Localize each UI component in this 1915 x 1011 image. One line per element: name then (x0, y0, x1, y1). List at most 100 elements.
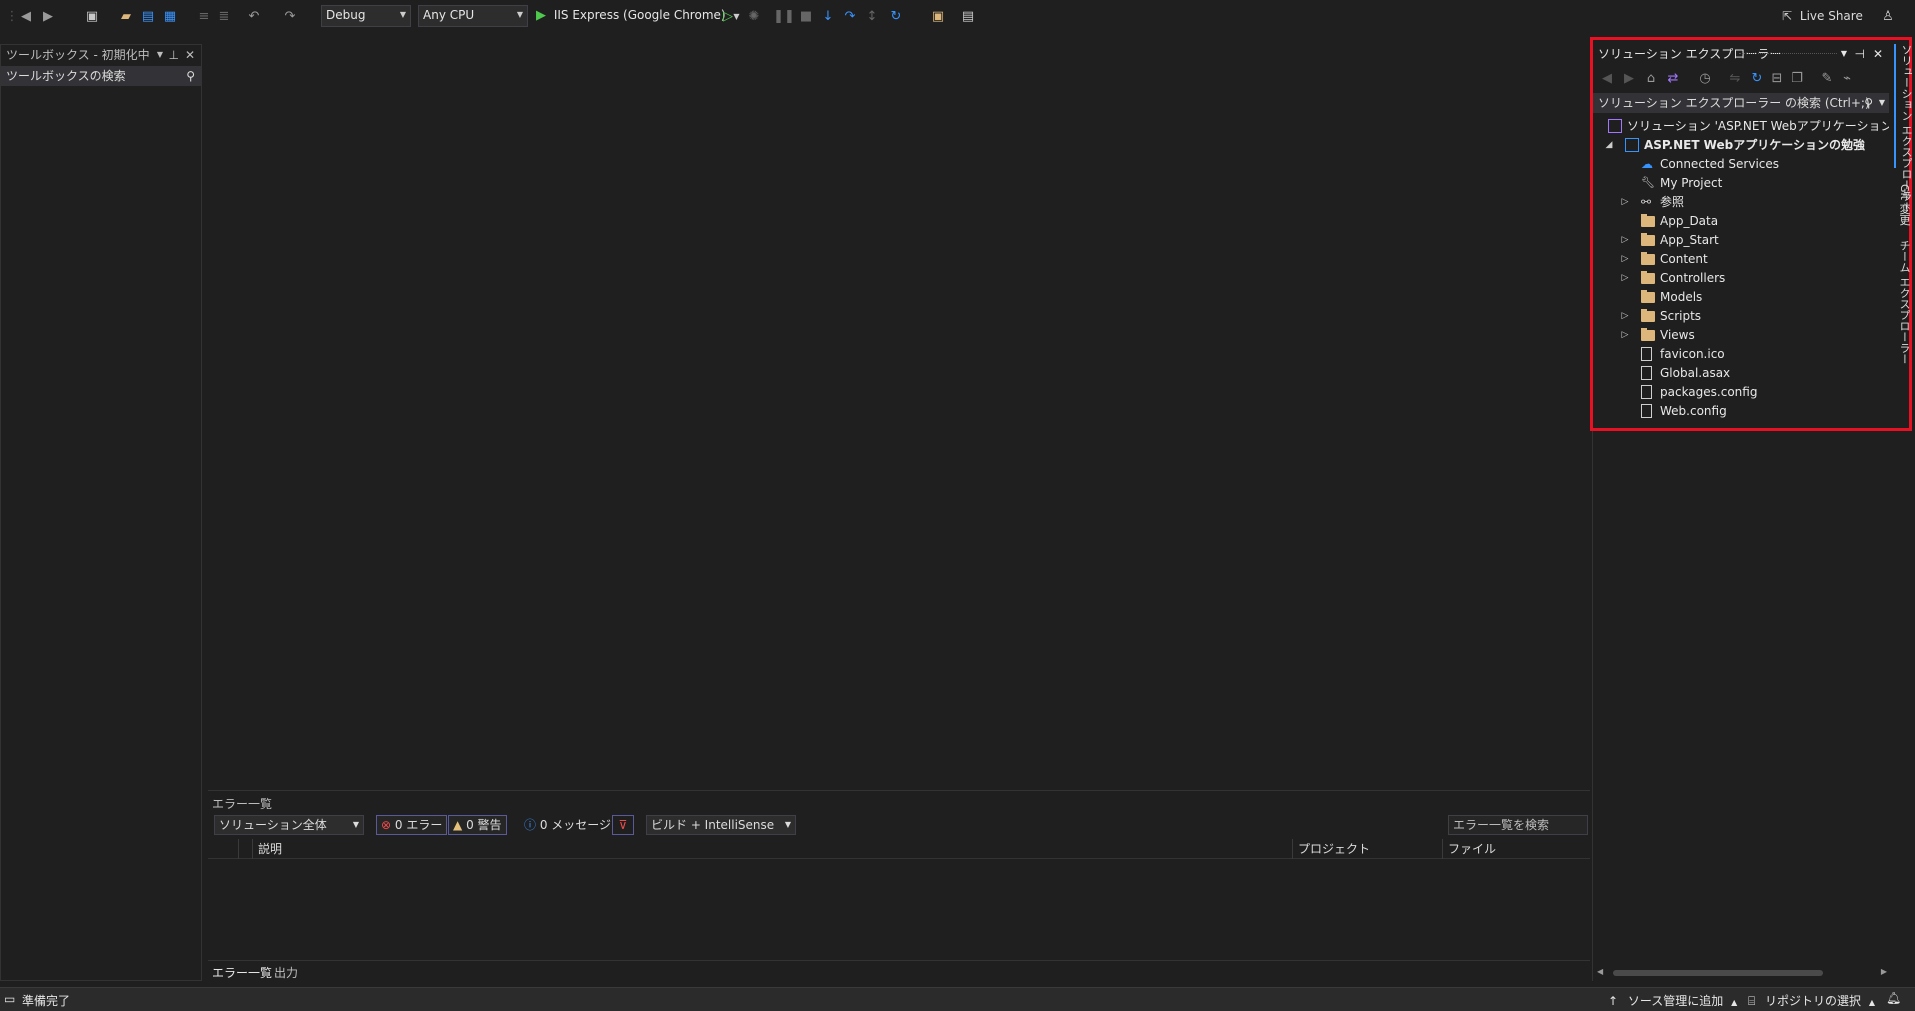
scroll-right-icon[interactable]: ▶ (1881, 967, 1887, 976)
run-button[interactable]: ▶ IIS Express (Google Chrome) ▼ (536, 8, 740, 26)
chevron-down-icon[interactable]: ▼ (157, 45, 163, 65)
preview-icon[interactable]: ⌁ (1839, 70, 1855, 86)
messages-filter-button[interactable]: ⓘ 0 メッセージ (524, 815, 611, 835)
scroll-left-icon[interactable]: ◀ (1597, 967, 1603, 976)
back-icon[interactable]: ◀ (1599, 70, 1615, 86)
solution-tree: ソリューション 'ASP.NET Webアプリケーションの勉強' (1/ ◢ A… (1593, 117, 1889, 477)
step-into-icon[interactable]: ↓ (820, 8, 836, 24)
redo-icon[interactable]: ↷ (282, 8, 298, 24)
folder-icon (1641, 328, 1655, 341)
live-share-button[interactable]: ⇱ Live Share (1782, 9, 1863, 23)
expand-arrow-icon[interactable]: ▷ (1619, 231, 1631, 250)
tree-item[interactable]: ▷ Controllers (1593, 269, 1889, 288)
undo-icon[interactable]: ↶ (246, 8, 262, 24)
horizontal-scrollbar[interactable]: ◀ ▶ (1597, 967, 1887, 979)
forward-icon[interactable]: ▶ (1621, 70, 1637, 86)
solution-icon (1608, 119, 1622, 133)
tree-item[interactable]: ▷ Content (1593, 250, 1889, 269)
tree-item[interactable]: 🔧︎ My Project (1593, 174, 1889, 193)
sync-icon[interactable]: ⇋ (1727, 70, 1743, 86)
show-all-files-icon[interactable]: ❐ (1789, 70, 1805, 86)
warnings-filter-button[interactable]: ▲ 0 警告 (448, 815, 507, 835)
tree-item[interactable]: ☁ Connected Services (1593, 155, 1889, 174)
tree-item[interactable]: ▷ App_Start (1593, 231, 1889, 250)
step-over-icon[interactable]: ↷ (842, 8, 858, 24)
config-dropdown[interactable]: Debug ▼ (321, 5, 411, 27)
tree-item[interactable]: favicon.ico (1593, 345, 1889, 364)
tree-item[interactable]: Global.asax (1593, 364, 1889, 383)
save-icon[interactable]: ▤ (140, 8, 156, 24)
search-icon[interactable]: ⚲ (186, 66, 195, 86)
column-project[interactable]: プロジェクト (1298, 839, 1370, 859)
tab-error-list[interactable]: エラー一覧 (212, 964, 272, 981)
refresh-icon[interactable]: ↻ (1749, 70, 1765, 86)
tree-item[interactable]: ▷ Scripts (1593, 307, 1889, 326)
drag-grip[interactable] (1739, 53, 1837, 55)
source-control-button[interactable]: ↑ ソース管理に追加 ▲ (1608, 992, 1737, 1009)
tab-output[interactable]: 出力 (274, 964, 298, 981)
platform-dropdown[interactable]: Any CPU ▼ (418, 5, 528, 27)
scope-dropdown[interactable]: ソリューション全体 ▼ (214, 815, 364, 835)
properties-icon[interactable]: ✎ (1819, 70, 1835, 86)
expand-arrow-icon[interactable]: ▷ (1619, 250, 1631, 269)
tree-solution-node[interactable]: ソリューション 'ASP.NET Webアプリケーションの勉強' (1/ (1593, 117, 1889, 136)
solution-search-input[interactable]: ソリューション エクスプローラー の検索 (Ctrl+;) ⚲ ▼ (1593, 93, 1889, 113)
account-icon[interactable]: ♙ (1880, 8, 1896, 24)
error-list-title: エラー一覧 (212, 797, 273, 811)
error-list-search-input[interactable]: エラー一覧を検索 (1448, 815, 1588, 835)
tree-item[interactable]: ▷ ⚯ 参照 (1593, 193, 1889, 212)
tree-item[interactable]: Models (1593, 288, 1889, 307)
tree-item[interactable]: ▷ Views (1593, 326, 1889, 345)
switch-views-icon[interactable]: ⇄ (1665, 70, 1681, 86)
new-project-icon[interactable]: ▣ (84, 8, 100, 24)
filter-icon[interactable]: ⊽ (612, 815, 634, 835)
collapse-all-icon[interactable]: ⊟ (1769, 70, 1785, 86)
browser-link-icon[interactable]: ▣ (930, 8, 946, 24)
close-icon[interactable]: ✕ (185, 45, 195, 65)
start-without-debug-icon[interactable]: ▷ (720, 8, 736, 24)
pin-icon[interactable]: ⊣ (1855, 44, 1865, 64)
stop-icon[interactable]: ■ (798, 8, 814, 24)
warning-icon: ▲ (453, 818, 463, 832)
errors-filter-button[interactable]: ⊗ 0 エラー (376, 815, 448, 835)
build-filter-dropdown[interactable]: ビルド + IntelliSense ▼ (646, 815, 796, 835)
expand-arrow-icon[interactable]: ▷ (1619, 269, 1631, 288)
side-tab-team-explorer[interactable]: チーム エクスプローラー (1896, 240, 1912, 365)
step-out-icon[interactable]: ↕ (864, 8, 880, 24)
side-tab-git-changes[interactable]: Git 変更 (1896, 184, 1912, 225)
repo-select-button[interactable]: ⌸ リポジトリの選択 ▲ (1748, 992, 1875, 1009)
toolbox-search-input[interactable]: ツールボックスの検索 ⚲ (1, 66, 201, 86)
back-icon[interactable]: ◀ (18, 8, 34, 24)
tree-item[interactable]: packages.config (1593, 383, 1889, 402)
project-icon (1625, 138, 1639, 152)
search-icon[interactable]: ⚲ (1864, 93, 1873, 113)
pending-changes-icon[interactable]: ◷ (1697, 70, 1713, 86)
tree-item[interactable]: App_Data (1593, 212, 1889, 231)
scrollbar-thumb[interactable] (1613, 970, 1823, 976)
collapse-arrow-icon[interactable]: ◢ (1603, 136, 1615, 155)
save-all-icon[interactable]: ▦ (162, 8, 178, 24)
pause-icon[interactable]: ❚❚ (773, 8, 795, 24)
restart-icon[interactable]: ↻ (888, 8, 904, 24)
layout-icon[interactable]: ▤ (960, 8, 976, 24)
side-tab-solution-explorer[interactable]: ソリューション エクスプローラー (1894, 44, 1914, 213)
pin-icon[interactable]: ⊥ (169, 45, 179, 65)
chevron-down-icon[interactable]: ▼ (1841, 44, 1847, 64)
forward-icon[interactable]: ▶ (40, 8, 56, 24)
uncomment-icon[interactable]: ≣ (216, 8, 232, 24)
tree-project-node[interactable]: ◢ ASP.NET Webアプリケーションの勉強 (1593, 136, 1889, 155)
hot-reload-icon[interactable]: ✺ (746, 8, 762, 24)
open-folder-icon[interactable]: ▰ (118, 8, 134, 24)
column-file[interactable]: ファイル (1448, 839, 1496, 859)
expand-arrow-icon[interactable]: ▷ (1619, 326, 1631, 345)
expand-arrow-icon[interactable]: ▷ (1619, 307, 1631, 326)
comment-icon[interactable]: ≡ (196, 8, 212, 24)
close-icon[interactable]: ✕ (1873, 44, 1883, 64)
home-icon[interactable]: ⌂ (1643, 70, 1659, 86)
tree-item[interactable]: Web.config (1593, 402, 1889, 421)
chevron-down-icon[interactable]: ▼ (1879, 93, 1885, 113)
expand-arrow-icon[interactable]: ▷ (1619, 193, 1631, 212)
folder-icon (1641, 233, 1655, 246)
column-description[interactable]: 説明 (258, 839, 282, 859)
notification-bell-icon[interactable]: 🔔︎ (1886, 991, 1901, 1005)
